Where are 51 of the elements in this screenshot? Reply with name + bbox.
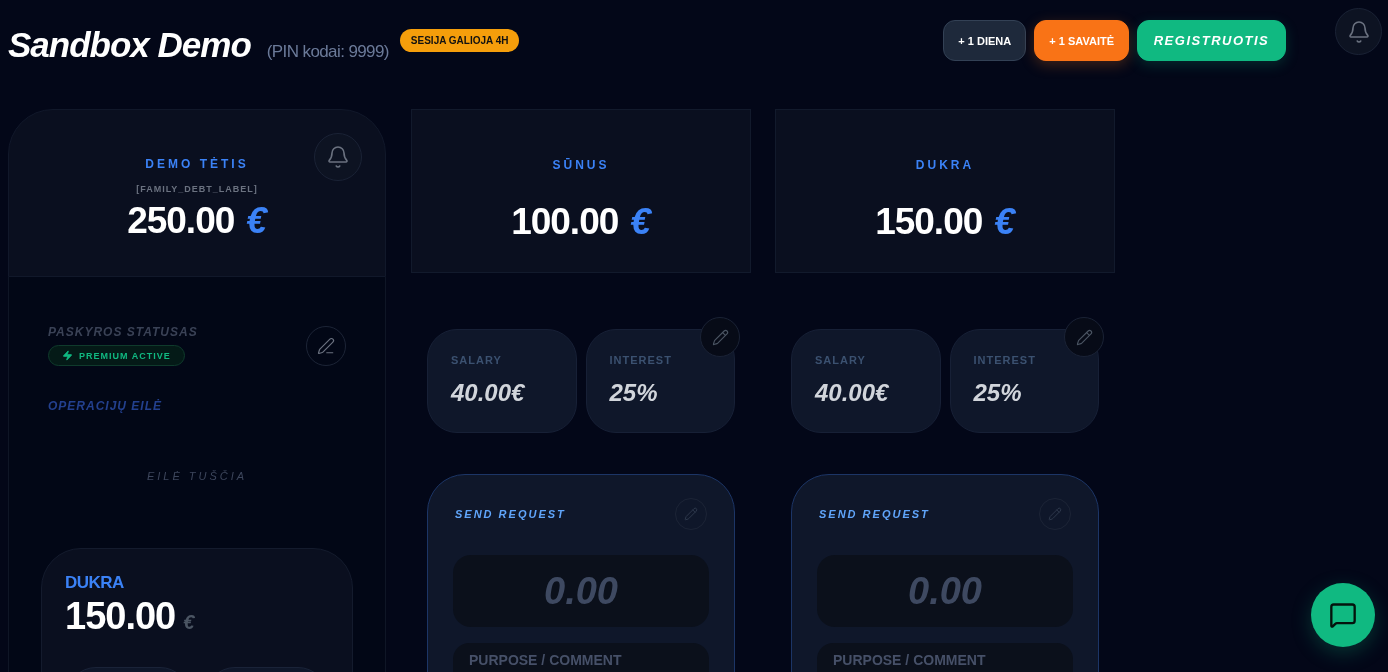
session-badge: SESIJA GALIOJA 4H bbox=[399, 29, 520, 52]
stat-value: 25% bbox=[973, 379, 1023, 407]
app-title: Sandbox Demo bbox=[8, 27, 251, 63]
child-balance: 150.00 bbox=[875, 202, 983, 242]
pin-hint: (PIN kodai: 9999) bbox=[266, 42, 389, 62]
status-heading: PASKYROS STATUSAS bbox=[48, 325, 198, 339]
chat-bubble-icon bbox=[1329, 601, 1357, 629]
pencil-icon bbox=[1048, 507, 1062, 521]
register-button[interactable]: REGISTRUOTIS bbox=[1137, 20, 1286, 61]
notifications-button[interactable] bbox=[1335, 8, 1382, 55]
child-name: DUKRA bbox=[915, 158, 975, 172]
notifications-button[interactable] bbox=[314, 133, 362, 181]
stat-label: SALARY bbox=[815, 354, 867, 366]
account-name: DEMO TĖTIS bbox=[145, 157, 249, 171]
stat-label: SALARY bbox=[451, 354, 503, 366]
amount-field[interactable]: 0.00 bbox=[453, 555, 709, 627]
pencil-icon bbox=[684, 507, 698, 521]
child-name: DUKRA bbox=[65, 573, 125, 593]
pencil-icon bbox=[1075, 328, 1093, 346]
lightning-icon bbox=[62, 350, 73, 361]
stat-value: 40.00€ bbox=[815, 379, 890, 407]
stat-label: INTEREST bbox=[609, 354, 673, 366]
pencil-icon bbox=[711, 328, 729, 346]
child-balance: 150.00 bbox=[65, 595, 176, 637]
send-request-title: SEND REQUEST bbox=[819, 508, 930, 520]
chat-button[interactable] bbox=[1311, 583, 1375, 647]
child-balance: 100.00 bbox=[511, 202, 619, 242]
send-request-title: SEND REQUEST bbox=[455, 508, 566, 520]
comment-field[interactable]: PURPOSE / COMMENT bbox=[453, 643, 709, 672]
stat-label: INTEREST bbox=[973, 354, 1037, 366]
child-name: SŪNUS bbox=[552, 158, 610, 172]
debt-label: [FAMILY_DEBT_LABEL] bbox=[136, 184, 258, 195]
stat-value: 25% bbox=[609, 379, 659, 407]
queue-heading: OPERACIJŲ EILĖ bbox=[47, 399, 164, 413]
currency-symbol: € bbox=[994, 202, 1015, 242]
edit-button[interactable] bbox=[1064, 317, 1104, 357]
amount-field[interactable]: 0.00 bbox=[817, 555, 1073, 627]
add-time-button[interactable]: + 1 DIENA bbox=[943, 20, 1027, 61]
currency-symbol: € bbox=[246, 201, 267, 241]
bell-icon bbox=[326, 145, 350, 169]
comment-field[interactable]: PURPOSE / COMMENT bbox=[817, 643, 1073, 672]
bell-icon bbox=[1346, 19, 1371, 44]
stat-value: 40.00€ bbox=[451, 379, 526, 407]
currency-symbol: € bbox=[630, 202, 651, 242]
premium-badge-text: PREMIUM ACTIVE bbox=[79, 350, 171, 361]
add-time-button[interactable]: + 1 SAVAITĖ bbox=[1034, 20, 1129, 61]
pencil-icon bbox=[317, 336, 335, 355]
edit-button[interactable] bbox=[700, 317, 740, 357]
currency-symbol: € bbox=[183, 610, 195, 635]
balance-amount: 250.00 bbox=[127, 201, 235, 241]
empty-queue-text: EILĖ TUŠČIA bbox=[146, 469, 248, 483]
